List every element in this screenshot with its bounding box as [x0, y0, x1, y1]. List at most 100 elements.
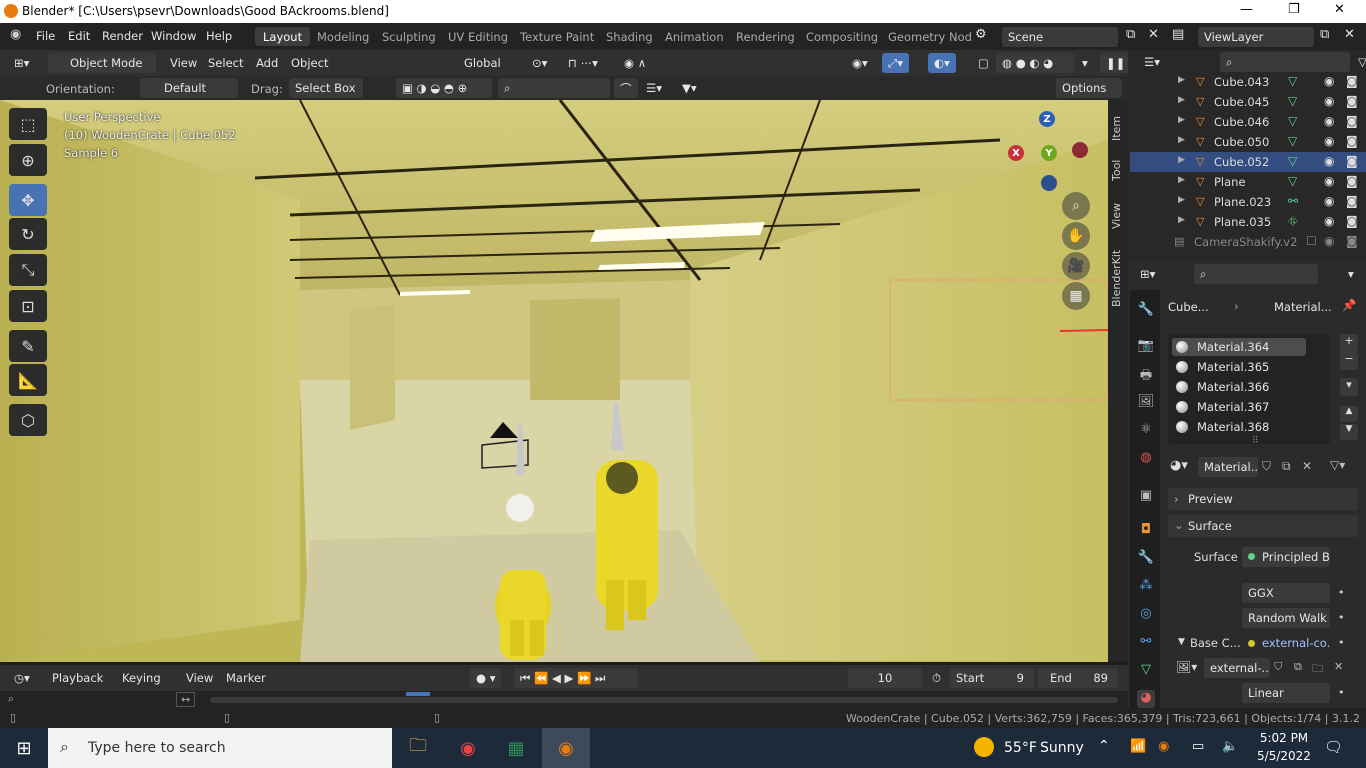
surface-panel-header[interactable]: ⌄ Surface	[1168, 515, 1358, 537]
gizmo-x-axis[interactable]: X	[1008, 145, 1024, 161]
gizmo-z-axis[interactable]: Z	[1039, 111, 1055, 127]
menu-view[interactable]: View	[164, 53, 203, 73]
image-browse-icon[interactable]: 🖼▾	[1176, 660, 1197, 674]
constraints-props-icon[interactable]: ⚯	[1137, 634, 1155, 652]
pivot-icon[interactable]: ⊙▾	[526, 53, 553, 73]
chrome-icon[interactable]: ◉	[444, 728, 492, 768]
orientation-selector[interactable]: Default	[140, 78, 238, 98]
image-fake-user-icon[interactable]: ⛉	[1274, 660, 1282, 674]
timeline-swap-icon[interactable]: ↔	[176, 692, 196, 707]
annotate-tool-icon[interactable]: ✎	[9, 330, 47, 362]
scene-props-icon[interactable]: ⚛	[1137, 422, 1155, 440]
output-props-icon[interactable]: 🖶	[1137, 366, 1155, 384]
object-data-icon[interactable]: ▽	[1288, 114, 1297, 128]
world-props-icon[interactable]: ◍	[1137, 450, 1155, 468]
timeline-playhead[interactable]	[406, 692, 430, 696]
measure-tool-icon[interactable]: 📐	[9, 364, 47, 396]
expand-arrow-icon[interactable]: ▶	[1178, 75, 1185, 85]
eye-icon[interactable]: ◉	[1324, 234, 1334, 248]
tab-rendering[interactable]: Rendering	[728, 27, 803, 46]
outliner-row[interactable]: ▶ ▽ Plane.023 ⚯ ◉ ◙	[1130, 192, 1366, 212]
visibility-icon[interactable]: ◉▾	[846, 53, 874, 73]
outliner-row-camerashakify[interactable]: ▤ CameraShakify.v2 ☐ ◉ ◙	[1130, 232, 1366, 252]
tab-geometry-nodes[interactable]: Geometry Nod	[880, 27, 980, 46]
outliner-row[interactable]: ▶ ▽ Cube.043 ▽ ◉ ◙	[1130, 72, 1366, 92]
tab-layout[interactable]: Layout	[255, 27, 311, 46]
expand-arrow-icon[interactable]: ▶	[1178, 215, 1185, 225]
rotate-tool-icon[interactable]: ↻	[9, 218, 47, 250]
tab-sculpting[interactable]: Sculpting	[374, 27, 444, 46]
select-box-tool-icon[interactable]: ⬚	[9, 108, 47, 140]
object-data-icon[interactable]: ⛗	[1288, 214, 1298, 229]
zoom-icon[interactable]: ⌕	[1062, 192, 1090, 220]
volume-icon[interactable]: 🔈	[1222, 739, 1238, 754]
render-props-icon[interactable]: 📷	[1137, 338, 1155, 356]
outliner-row[interactable]: ▶ ▽ Cube.050 ▽ ◉ ◙	[1130, 132, 1366, 152]
move-slot-down-icon[interactable]: ▼	[1340, 424, 1358, 440]
cursor-tool-icon[interactable]: ⊕	[9, 144, 47, 176]
camera-icon[interactable]: ◙	[1346, 134, 1358, 148]
eye-icon[interactable]: ◉	[1324, 114, 1334, 128]
material-props-icon[interactable]: ◕	[1137, 690, 1155, 708]
eye-icon[interactable]: ◉	[1324, 134, 1334, 148]
object-data-icon[interactable]: ▽	[1288, 154, 1297, 168]
clock-time[interactable]: 5:02 PM	[1258, 731, 1310, 745]
transform-orientation-selector[interactable]: Global	[440, 53, 520, 73]
gizmo-y-axis[interactable]: Y	[1041, 145, 1057, 161]
timeline-search-icon[interactable]: ⌕	[8, 692, 14, 706]
tool-search-icon[interactable]: ⌕	[498, 78, 610, 98]
new-view-layer-icon[interactable]: ⧉	[1320, 27, 1329, 42]
camera-icon[interactable]: ◙	[1346, 114, 1358, 128]
camera-icon[interactable]: ◙	[1346, 94, 1358, 108]
particles-props-icon[interactable]: ⁂	[1137, 578, 1155, 596]
pause-render-icon[interactable]: ❚❚	[1100, 53, 1132, 73]
timeline-menu-marker[interactable]: Marker	[220, 668, 272, 688]
camera-icon[interactable]: ◙	[1346, 74, 1358, 88]
file-explorer-icon[interactable]: 🗀	[394, 728, 442, 768]
taskbar-search[interactable]: ⌕ Type here to search	[48, 728, 392, 768]
material-slot-item[interactable]: Material.368	[1172, 418, 1306, 436]
collection-props-icon[interactable]: ▣	[1137, 488, 1155, 506]
move-slot-up-icon[interactable]: ▲	[1340, 406, 1358, 422]
preview-range-icon[interactable]: ⏱	[926, 668, 947, 688]
camera-icon[interactable]: ◙	[1346, 194, 1358, 208]
material-slot-item[interactable]: Material.366	[1172, 378, 1306, 396]
scene-selector[interactable]: Scene	[1002, 27, 1118, 47]
gizmo-toggle-icon[interactable]: ⤢▾	[882, 53, 909, 73]
snap-icon[interactable]: ⊓ ⋯▾	[562, 53, 604, 73]
view-layer-props-icon[interactable]: 🖼	[1137, 394, 1155, 412]
timeline-menu-keying[interactable]: Keying	[116, 668, 167, 688]
network-icon[interactable]: 📶	[1130, 739, 1146, 754]
spreadsheet-app-icon[interactable]: ▦	[492, 728, 540, 768]
menu-help[interactable]: Help	[206, 29, 232, 43]
eye-icon[interactable]: ◉	[1324, 214, 1334, 228]
camera-icon[interactable]: ◙	[1346, 234, 1358, 248]
base-color-texture-field[interactable]: external-co...	[1242, 633, 1330, 653]
properties-options-icon[interactable]: ▾	[1342, 264, 1360, 284]
object-data-icon[interactable]: ▽	[1288, 174, 1297, 188]
remove-view-layer-icon[interactable]: ✕	[1344, 27, 1355, 42]
timeline-scrubber[interactable]: ⌕ ↔	[0, 691, 1128, 709]
base-color-expand-icon[interactable]: ▼	[1178, 637, 1185, 647]
menu-edit[interactable]: Edit	[68, 29, 90, 43]
properties-editor-icon[interactable]: ⊞▾	[1134, 264, 1161, 284]
move-tool-icon[interactable]: ✥	[9, 184, 47, 216]
material-browse-icon[interactable]: ◕▾	[1170, 458, 1188, 473]
maximize-icon[interactable]: ❐	[1288, 2, 1300, 17]
tab-blenderkit[interactable]: BlenderKit	[1110, 246, 1126, 310]
3d-viewport[interactable]: ⬚ ⊕ ✥ ↻ ⤡ ⊡ ✎ 📐 ⬡ User Perspective (10) …	[0, 100, 1108, 662]
menu-file[interactable]: File	[36, 29, 55, 43]
outliner-row[interactable]: ▶ ▽ Cube.046 ▽ ◉ ◙	[1130, 112, 1366, 132]
camera-view-icon[interactable]: 🎥	[1062, 252, 1090, 280]
object-data-icon[interactable]: ▽	[1288, 134, 1297, 148]
proportional-edit-icon[interactable]: ◉ ∧	[618, 53, 652, 73]
tab-tool[interactable]: Tool	[1110, 154, 1126, 186]
transform-tool-icon[interactable]: ⊡	[9, 290, 47, 322]
menu-object[interactable]: Object	[285, 53, 334, 73]
mode-selector[interactable]: Object Mode	[48, 53, 156, 73]
interpolation-selector[interactable]: Linear	[1242, 683, 1330, 703]
menu-render[interactable]: Render	[102, 29, 143, 43]
distribution-selector[interactable]: GGX	[1242, 583, 1330, 603]
eye-icon[interactable]: ◉	[1324, 154, 1334, 168]
slot-specials-icon[interactable]: ▾	[1340, 378, 1358, 396]
